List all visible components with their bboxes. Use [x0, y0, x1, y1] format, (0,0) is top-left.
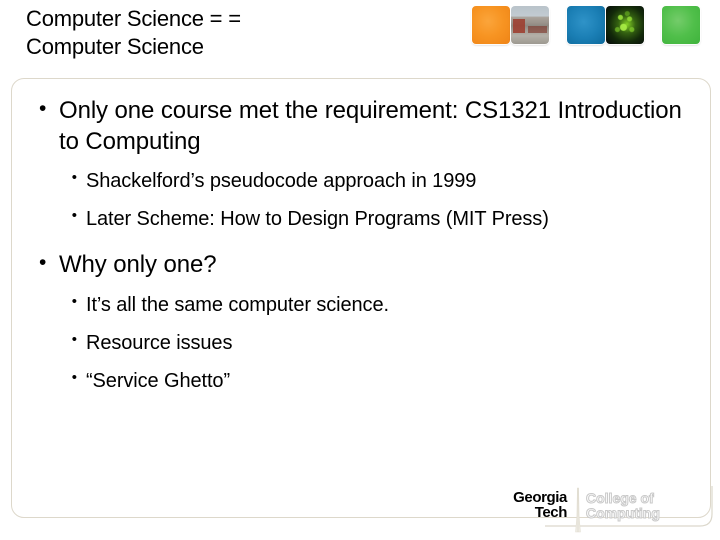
logo-coc-line-2: Computing [586, 505, 661, 522]
bullet-list: • Only one course met the requirement: C… [34, 95, 694, 397]
bullet-marker-icon: • [71, 207, 77, 225]
list-item: • Resource issues [34, 329, 694, 358]
bullet-text: Resource issues [86, 331, 233, 354]
street-photo-image [511, 6, 549, 44]
slide-canvas: Computer Science = = Computer Science • … [0, 0, 720, 540]
logo-tower-icon [575, 487, 581, 533]
logo-college-of-computing-text: College of Computing [586, 490, 661, 522]
thumb-pair-2 [567, 6, 644, 44]
logo-coc-line-1: College of [586, 490, 655, 506]
logo-gt-line-1: Georgia [513, 489, 567, 506]
page-title: Computer Science = = Computer Science [26, 6, 241, 60]
cell-photo-image [606, 6, 644, 44]
bullet-text: Shackelford’s pseudocode approach in 199… [86, 170, 477, 193]
blue-tile-image [567, 6, 605, 44]
bullet-text: It’s all the same computer science. [86, 293, 389, 316]
bullet-text: “Service Ghetto” [86, 369, 231, 392]
green-tile-image [662, 6, 700, 44]
bullet-text: Why only one? [59, 251, 217, 279]
orange-tile-image [472, 6, 510, 44]
georgia-tech-logo: Georgia Tech College of Computing [455, 486, 720, 540]
slide-header: Computer Science = = Computer Science [0, 0, 720, 78]
logo-georgia-tech-text: Georgia Tech [455, 490, 567, 520]
bullet-text: Only one course met the requirement: CS1… [59, 97, 682, 156]
bullet-marker-icon: • [71, 368, 77, 386]
list-item: • Why only one? [34, 249, 694, 280]
list-item: • Only one course met the requirement: C… [34, 95, 694, 157]
list-item: • It’s all the same computer science. [34, 291, 694, 320]
thumb-pair-1 [472, 6, 549, 44]
list-item: • Later Scheme: How to Design Programs (… [34, 205, 694, 234]
bullet-marker-icon: • [71, 292, 77, 310]
logo-gt-line-2: Tech [534, 504, 568, 521]
bullet-marker-icon: • [71, 169, 77, 187]
list-item: • “Service Ghetto” [34, 367, 694, 396]
thumb-pair-3 [662, 6, 700, 44]
bullet-marker-icon: • [71, 330, 77, 348]
content-box: • Only one course met the requirement: C… [11, 78, 711, 518]
bullet-marker-icon: • [39, 251, 47, 275]
list-item: • Shackelford’s pseudocode approach in 1… [34, 167, 694, 196]
bullet-marker-icon: • [39, 97, 47, 120]
bullet-text: Later Scheme: How to Design Programs (MI… [86, 208, 549, 231]
header-image-strip [472, 6, 712, 46]
